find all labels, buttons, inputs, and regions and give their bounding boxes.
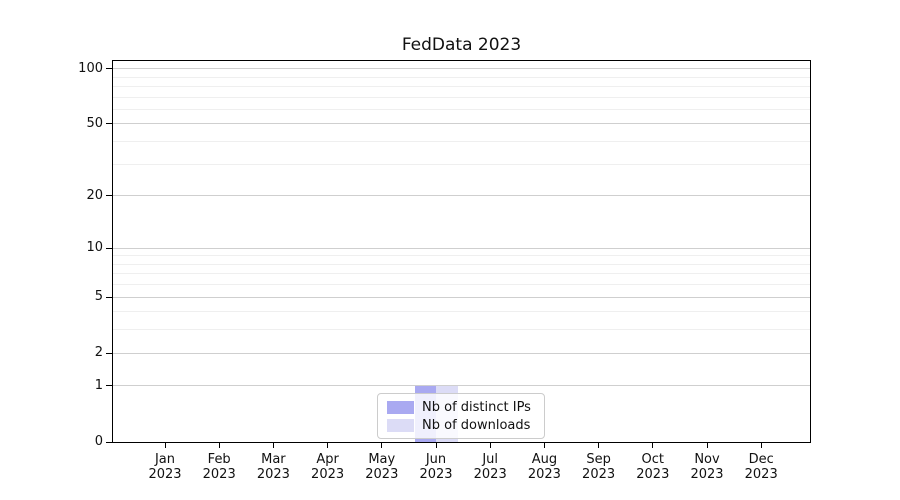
x-tick-label: Dec2023	[729, 452, 793, 482]
gridline-minor	[113, 77, 810, 78]
gridline-major	[113, 195, 810, 196]
legend-item-distinct-ips: Nb of distinct IPs	[387, 400, 544, 415]
y-tick-mark	[106, 123, 113, 124]
gridline-major	[113, 353, 810, 354]
gridline-major	[113, 385, 810, 386]
x-tick-mark	[381, 443, 382, 448]
y-tick-label: 50	[0, 116, 103, 132]
gridline-minor	[113, 284, 810, 285]
y-tick-mark	[106, 248, 113, 249]
gridline-minor	[113, 311, 810, 312]
gridline-minor	[113, 109, 810, 110]
y-tick-mark	[106, 195, 113, 196]
figure: FedData 2023 0125102050100 Jan2023Feb202…	[0, 0, 900, 500]
y-tick-mark	[106, 297, 113, 298]
gridline-minor	[113, 255, 810, 256]
gridline-major	[113, 297, 810, 298]
gridline-minor	[113, 273, 810, 274]
gridline-minor	[113, 164, 810, 165]
x-tick-mark	[598, 443, 599, 448]
gridline-major	[113, 123, 810, 124]
y-tick-label: 0	[0, 434, 103, 450]
x-tick-mark	[544, 443, 545, 448]
y-tick-label: 20	[0, 188, 103, 204]
x-tick-mark	[327, 443, 328, 448]
x-tick-mark	[165, 443, 166, 448]
plot-area	[112, 60, 811, 443]
legend: Nb of distinct IPs Nb of downloads	[377, 393, 545, 439]
gridline-minor	[113, 264, 810, 265]
y-tick-mark	[106, 442, 113, 443]
chart-title: FedData 2023	[113, 35, 810, 55]
legend-label-downloads: Nb of downloads	[422, 418, 530, 433]
y-tick-label: 2	[0, 345, 103, 361]
legend-swatch-downloads-icon	[387, 419, 414, 432]
x-tick-mark	[707, 443, 708, 448]
x-tick-mark	[761, 443, 762, 448]
x-tick-mark	[490, 443, 491, 448]
gridline-minor	[113, 97, 810, 98]
y-tick-label: 10	[0, 240, 103, 256]
gridline-minor	[113, 329, 810, 330]
y-tick-label: 100	[0, 61, 103, 77]
x-tick-mark	[273, 443, 274, 448]
gridline-major	[113, 248, 810, 249]
legend-swatch-distinct-ips-icon	[387, 401, 414, 414]
gridline-minor	[113, 86, 810, 87]
gridline-major	[113, 68, 810, 69]
y-tick-label: 5	[0, 289, 103, 305]
gridline-minor	[113, 141, 810, 142]
x-tick-mark	[219, 443, 220, 448]
x-tick-mark	[652, 443, 653, 448]
y-tick-label: 1	[0, 378, 103, 394]
y-tick-mark	[106, 353, 113, 354]
legend-label-distinct-ips: Nb of distinct IPs	[422, 400, 531, 415]
x-tick-mark	[436, 443, 437, 448]
y-tick-mark	[106, 385, 113, 386]
y-tick-mark	[106, 68, 113, 69]
legend-item-downloads: Nb of downloads	[387, 418, 544, 433]
